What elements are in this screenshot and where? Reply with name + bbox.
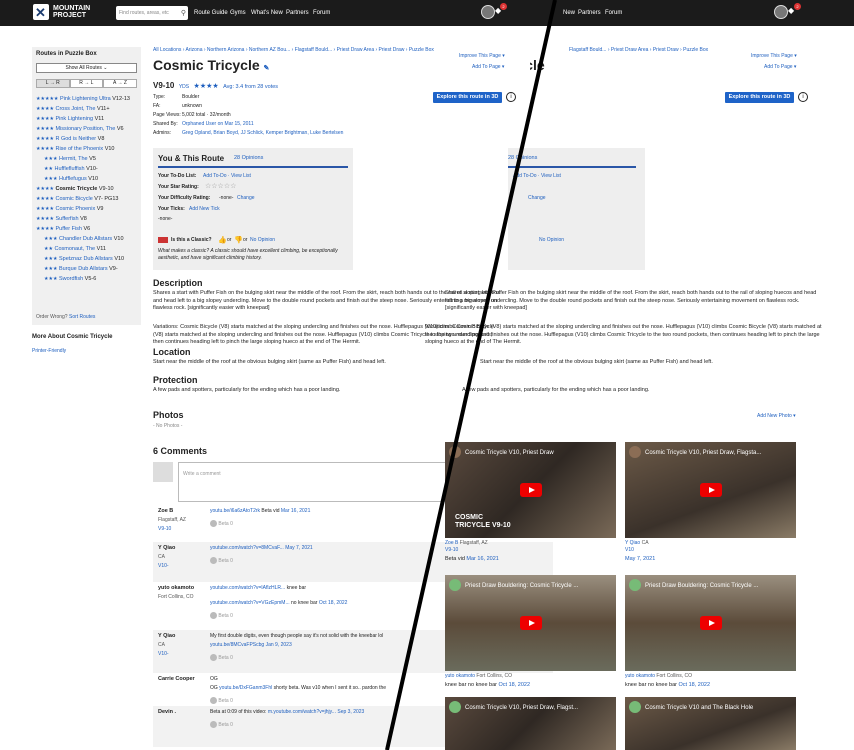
split-divider xyxy=(385,0,557,750)
